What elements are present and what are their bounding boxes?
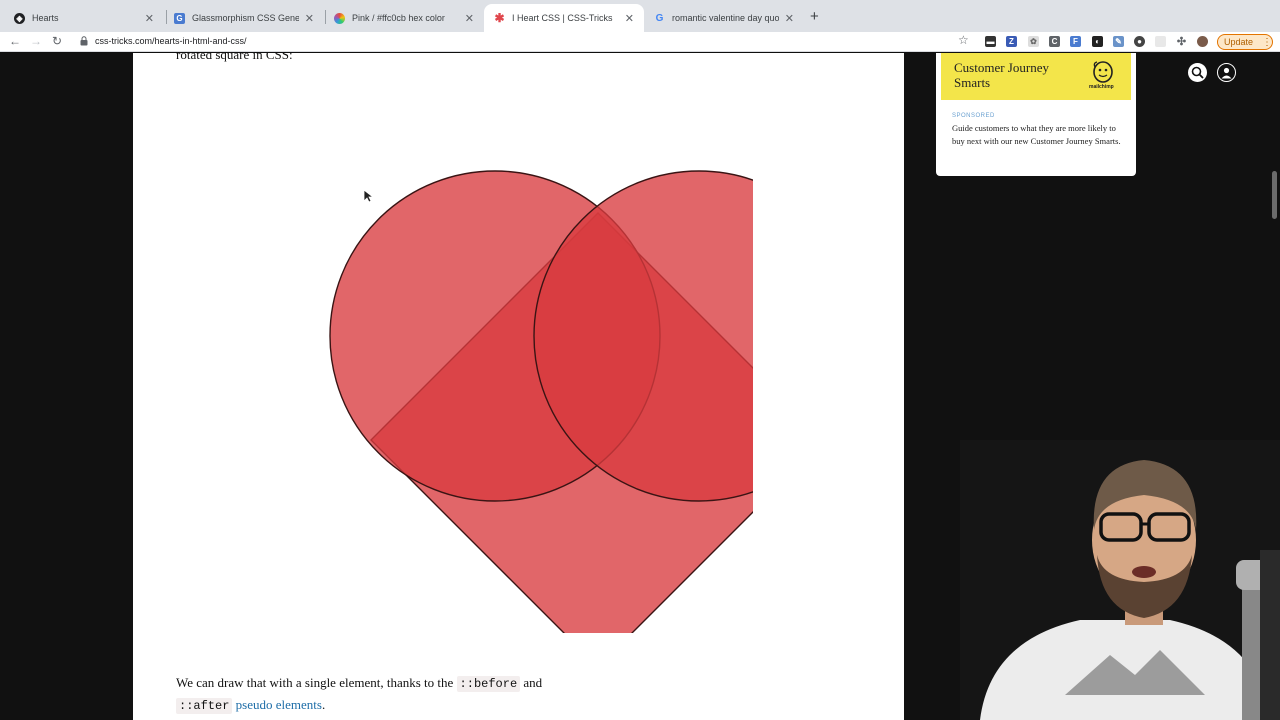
scrollbar-thumb[interactable] bbox=[1272, 171, 1277, 219]
ad-banner-title: Customer Journey Smarts bbox=[954, 60, 1049, 90]
paragraph-text: and bbox=[523, 675, 543, 690]
webcam-presenter-video bbox=[960, 440, 1280, 720]
tab-title: Glassmorphism CSS Generator bbox=[192, 13, 299, 23]
pseudo-elements-link[interactable]: pseudo elements bbox=[236, 697, 322, 712]
extension-icon[interactable]: F bbox=[1070, 36, 1081, 47]
tab-title: romantic valentine day quote bbox=[672, 13, 779, 23]
tab-css-tricks[interactable]: ✱ I Heart CSS | CSS-Tricks ✕ bbox=[484, 4, 644, 32]
tab-title: I Heart CSS | CSS-Tricks bbox=[512, 13, 613, 23]
site-account-button[interactable] bbox=[1217, 63, 1236, 82]
avatar[interactable] bbox=[1197, 36, 1208, 47]
bookmark-star-icon[interactable]: ☆ bbox=[958, 33, 969, 47]
generator-icon: G bbox=[174, 12, 185, 24]
site-search-button[interactable] bbox=[1188, 63, 1207, 82]
extension-icon[interactable]: ✎ bbox=[1113, 36, 1124, 47]
tab-valentine-quote[interactable]: G romantic valentine day quote ✕ bbox=[644, 4, 804, 32]
ad-body-text: Guide customers to what they are more li… bbox=[952, 123, 1121, 146]
close-icon[interactable]: ✕ bbox=[785, 12, 794, 25]
close-icon[interactable]: ✕ bbox=[305, 12, 314, 25]
code-before: ::before bbox=[456, 676, 521, 692]
update-button[interactable]: Update ⋮ bbox=[1217, 34, 1273, 50]
browser-toolbar: ← → ↻ css-tricks.com/hearts-in-html-and-… bbox=[0, 32, 1280, 52]
extension-icon[interactable]: ● bbox=[1134, 36, 1145, 47]
address-bar[interactable]: css-tricks.com/hearts-in-html-and-css/ bbox=[95, 36, 247, 46]
color-wheel-icon bbox=[334, 12, 345, 24]
mouse-cursor-icon bbox=[363, 189, 375, 203]
body-paragraph: We can draw that with a single element, … bbox=[176, 675, 543, 692]
close-icon[interactable]: ✕ bbox=[625, 12, 634, 25]
paragraph-text: . bbox=[321, 697, 326, 712]
extension-icon[interactable]: ▬ bbox=[985, 36, 996, 47]
intro-text: rotated square in CSS: bbox=[176, 53, 293, 62]
forward-icon[interactable]: → bbox=[30, 34, 42, 48]
tab-title: Pink / #ffc0cb hex color bbox=[352, 13, 445, 23]
extension-icon[interactable]: ◐ bbox=[1092, 36, 1103, 47]
ad-banner[interactable]: Customer Journey Smarts mailchimp bbox=[941, 53, 1131, 100]
article-content: rotated square in CSS: We can draw that … bbox=[133, 53, 904, 720]
paragraph-text: We can draw that with a single element, … bbox=[176, 675, 454, 690]
extension-icon[interactable] bbox=[1155, 36, 1166, 47]
mailchimp-logo-icon bbox=[1093, 61, 1113, 83]
extension-icon[interactable]: ✿ bbox=[1028, 36, 1039, 47]
tab-title: Hearts bbox=[32, 13, 59, 23]
new-tab-icon[interactable]: + bbox=[810, 8, 819, 25]
ad-logo-text: mailchimp bbox=[1089, 84, 1114, 90]
codepen-icon: ◈ bbox=[14, 12, 25, 24]
tab-hearts[interactable]: ◈ Hearts ✕ bbox=[4, 4, 164, 32]
close-icon[interactable]: ✕ bbox=[465, 12, 474, 25]
close-icon[interactable]: ✕ bbox=[145, 12, 154, 25]
tab-pink-color[interactable]: Pink / #ffc0cb hex color ✕ bbox=[324, 4, 484, 32]
google-icon: G bbox=[655, 12, 664, 24]
reload-icon[interactable]: ↻ bbox=[52, 34, 62, 48]
tab-strip: ◈ Hearts ✕ G Glassmorphism CSS Generator… bbox=[0, 0, 1280, 32]
heart-illustration bbox=[329, 170, 753, 633]
body-paragraph-line-2: ::after pseudo elements. bbox=[176, 697, 326, 714]
back-icon[interactable]: ← bbox=[9, 34, 21, 48]
more-icon: ⋮ bbox=[1262, 36, 1272, 48]
search-icon bbox=[1191, 66, 1204, 79]
puzzle-icon[interactable]: ✣ bbox=[1176, 36, 1187, 48]
extension-icon[interactable]: C bbox=[1049, 36, 1060, 47]
lock-icon[interactable] bbox=[80, 36, 88, 46]
zotero-icon[interactable]: Z bbox=[1006, 36, 1017, 47]
update-label: Update bbox=[1224, 37, 1254, 47]
sponsored-label: SPONSORED bbox=[952, 113, 995, 119]
user-icon bbox=[1221, 67, 1232, 79]
code-after: ::after bbox=[176, 698, 233, 714]
asterisk-icon: ✱ bbox=[494, 11, 505, 25]
sponsored-ad-card[interactable]: Customer Journey Smarts mailchimp SPONSO… bbox=[936, 53, 1136, 176]
tab-glassmorphism[interactable]: G Glassmorphism CSS Generator ✕ bbox=[164, 4, 324, 32]
